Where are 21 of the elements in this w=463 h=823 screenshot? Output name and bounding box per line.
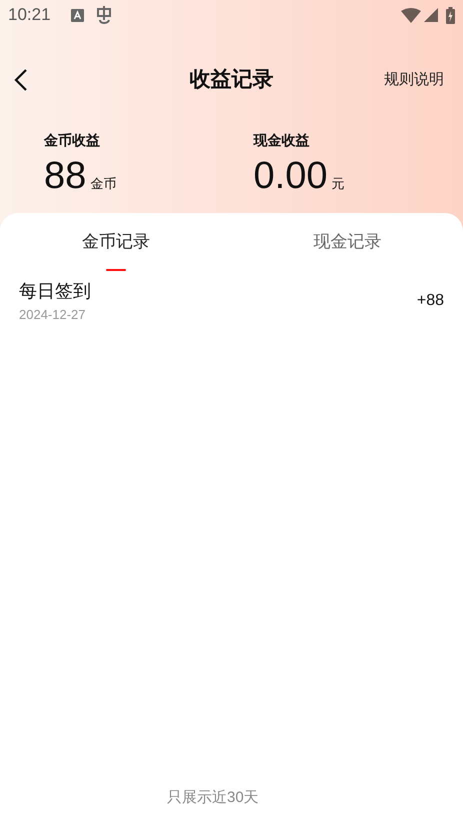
wifi-icon	[401, 8, 421, 22]
status-time: 10:21	[8, 4, 51, 26]
record-title: 每日签到	[19, 280, 92, 303]
stat-value: 88	[44, 157, 86, 195]
page-title: 收益记录	[190, 67, 274, 94]
stat-unit: 元	[331, 175, 344, 193]
stat-label: 金币收益	[44, 131, 101, 150]
stat-label: 现金收益	[254, 131, 310, 150]
stat-unit: 金币	[90, 175, 116, 193]
tab[interactable]: 金币记录	[0, 213, 232, 271]
tab-indicator	[106, 268, 126, 271]
record-date: 2024-12-27	[19, 306, 86, 324]
rules-link[interactable]: 规则说明	[384, 68, 444, 92]
signal-icon	[424, 8, 438, 22]
back-icon	[14, 68, 28, 92]
record-amount: +88	[416, 291, 444, 311]
tab[interactable]: 现金记录	[232, 213, 463, 271]
battery-icon	[446, 6, 455, 24]
footer-note: 只展示近30天	[167, 788, 259, 808]
notification-icon	[70, 8, 84, 22]
stat-value: 0.00	[254, 157, 328, 195]
